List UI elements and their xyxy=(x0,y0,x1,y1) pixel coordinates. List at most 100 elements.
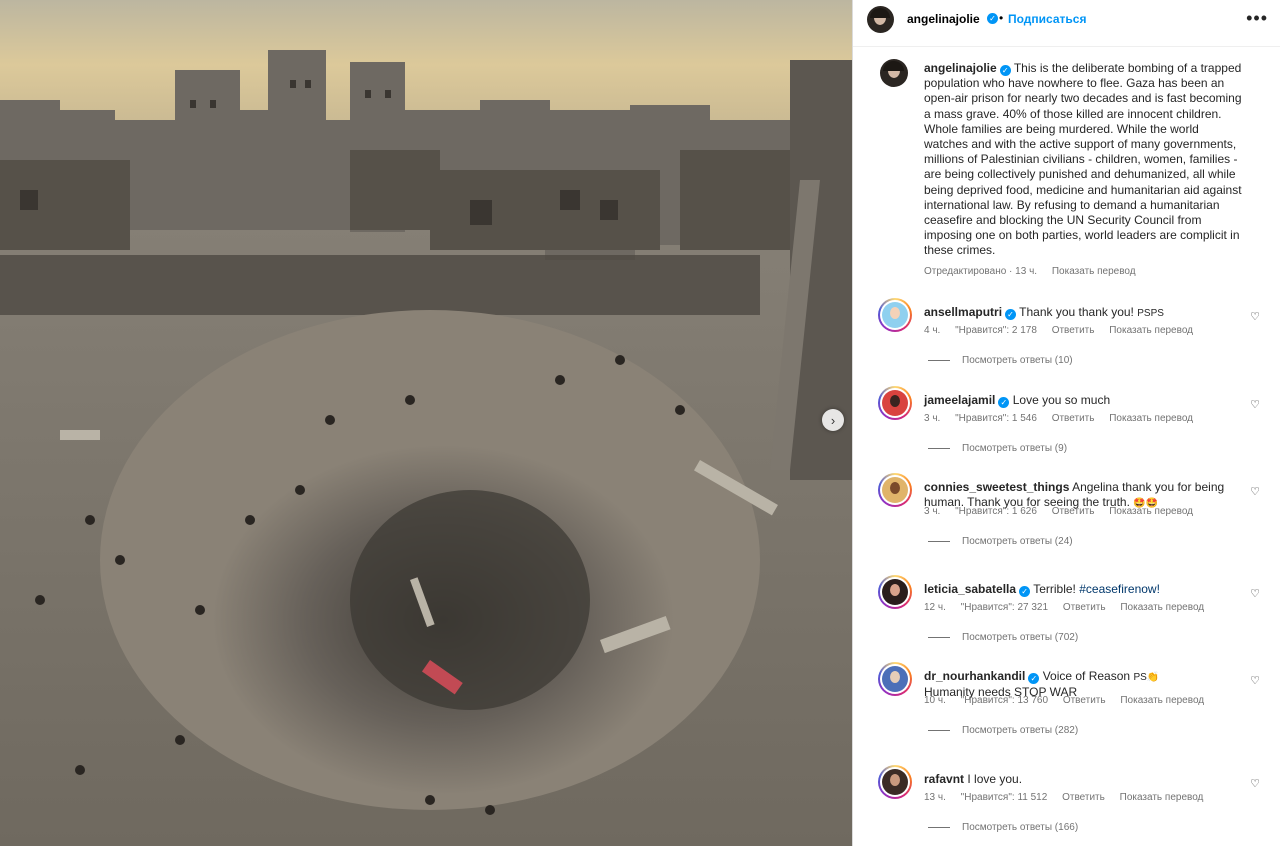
comment-meta: 10 ч. "Нравится": 13 760 Ответить Показа… xyxy=(924,695,1216,706)
post-side-panel: angelinajolie ✓ • Подписаться ••• angeli… xyxy=(852,0,1280,846)
comment-meta: 13 ч. "Нравится": 11 512 Ответить Показа… xyxy=(924,792,1215,803)
replies-divider xyxy=(928,359,950,361)
replies-divider xyxy=(928,447,950,449)
comment-body: leticia_sabatella ✓ Terrible! #ceasefiren… xyxy=(924,582,1234,597)
verified-badge-icon: ✓ xyxy=(1019,586,1031,597)
verified-badge-icon: ✓ xyxy=(1028,673,1040,684)
comment-reply-link[interactable]: Ответить xyxy=(1063,695,1106,706)
verified-badge-icon: ✓ xyxy=(998,397,1010,408)
verified-badge-icon: ✓ xyxy=(999,65,1011,76)
view-replies-label[interactable]: Посмотреть ответы (166) xyxy=(962,822,1078,833)
like-heart-icon[interactable]: ♡ xyxy=(1250,310,1260,323)
replies-divider xyxy=(928,826,950,828)
comment-body: ansellmaputri ✓ Thank you thank you! PSPS xyxy=(924,305,1234,321)
commenter-avatar-ring[interactable] xyxy=(878,473,912,507)
comment-translate-link[interactable]: Показать перевод xyxy=(1109,325,1193,336)
comment-meta: 3 ч. "Нравится": 1 626 Ответить Показать… xyxy=(924,506,1205,517)
follow-dot: • xyxy=(999,11,1004,25)
commenter-avatar[interactable] xyxy=(882,769,908,795)
comment-meta: 3 ч. "Нравится": 1 546 Ответить Показать… xyxy=(924,413,1205,424)
commenter-avatar-ring[interactable] xyxy=(878,662,912,696)
comment-translate-link[interactable]: Показать перевод xyxy=(1109,413,1193,424)
view-replies-label[interactable]: Посмотреть ответы (702) xyxy=(962,632,1078,643)
comment-time: 10 ч. xyxy=(924,695,946,706)
comment-reply-link[interactable]: Ответить xyxy=(1062,792,1105,803)
caption-translate-link[interactable]: Показать перевод xyxy=(1052,266,1136,277)
view-replies-link[interactable]: Посмотреть ответы (702) xyxy=(928,632,1078,643)
post-header: angelinajolie ✓ • Подписаться ••• xyxy=(853,0,1280,47)
post-caption: angelinajolie ✓ This is the deliberate bo… xyxy=(924,61,1244,279)
comment-translate-link[interactable]: Показать перевод xyxy=(1120,602,1204,613)
comment-meta: 12 ч. "Нравится": 27 321 Ответить Показа… xyxy=(924,602,1216,613)
like-heart-icon[interactable]: ♡ xyxy=(1250,398,1260,411)
comment-meta: 4 ч. "Нравится": 2 178 Ответить Показать… xyxy=(924,325,1205,336)
comment-reply-link[interactable]: Ответить xyxy=(1052,506,1095,517)
view-replies-link[interactable]: Посмотреть ответы (166) xyxy=(928,822,1078,833)
commenter-avatar-ring[interactable] xyxy=(878,298,912,332)
comment-emoji: PS👏 xyxy=(1133,672,1160,683)
commenter-avatar[interactable] xyxy=(882,390,908,416)
view-replies-label[interactable]: Посмотреть ответы (282) xyxy=(962,725,1078,736)
comment-translate-link[interactable]: Показать перевод xyxy=(1109,506,1193,517)
commenter-avatar-ring[interactable] xyxy=(878,386,912,420)
commenter-username[interactable]: rafavnt xyxy=(924,772,964,786)
commenter-username[interactable]: dr_nourhankandil xyxy=(924,669,1025,683)
commenter-avatar[interactable] xyxy=(882,302,908,328)
commenter-avatar-ring[interactable] xyxy=(878,765,912,799)
commenter-username[interactable]: connies_sweetest_things xyxy=(924,480,1069,494)
comment-text: Terrible! xyxy=(1033,582,1076,596)
commenter-username[interactable]: leticia_sabatella xyxy=(924,582,1016,596)
view-replies-label[interactable]: Посмотреть ответы (24) xyxy=(962,536,1073,547)
author-avatar[interactable] xyxy=(867,6,894,33)
comment-time: 13 ч. xyxy=(924,792,946,803)
commenter-username[interactable]: ansellmaputri xyxy=(924,305,1002,319)
commenter-avatar[interactable] xyxy=(882,579,908,605)
comment-likes[interactable]: "Нравится": 13 760 xyxy=(961,695,1048,706)
comment-reply-link[interactable]: Ответить xyxy=(1063,602,1106,613)
comment-text: Love you so much xyxy=(1012,393,1111,407)
caption-text: This is the deliberate bombing of a trap… xyxy=(924,61,1242,258)
caption-edited-time: Отредактировано · 13 ч. xyxy=(924,265,1038,277)
comment-likes[interactable]: "Нравится": 1 626 xyxy=(955,506,1037,517)
comment-likes[interactable]: "Нравится": 1 546 xyxy=(955,413,1037,424)
comment-time: 12 ч. xyxy=(924,602,946,613)
view-replies-label[interactable]: Посмотреть ответы (10) xyxy=(962,355,1073,366)
commenter-avatar[interactable] xyxy=(882,666,908,692)
view-replies-link[interactable]: Посмотреть ответы (9) xyxy=(928,443,1067,454)
comment-reply-link[interactable]: Ответить xyxy=(1052,325,1095,336)
commenter-avatar-ring[interactable] xyxy=(878,575,912,609)
like-heart-icon[interactable]: ♡ xyxy=(1250,485,1260,498)
comment-time: 3 ч. xyxy=(924,413,941,424)
view-replies-link[interactable]: Посмотреть ответы (24) xyxy=(928,536,1073,547)
comment-translate-link[interactable]: Показать перевод xyxy=(1120,695,1204,706)
carousel-next-button[interactable]: › xyxy=(822,409,844,431)
comment-likes[interactable]: "Нравится": 27 321 xyxy=(961,602,1048,613)
view-replies-link[interactable]: Посмотреть ответы (282) xyxy=(928,725,1078,736)
commenter-avatar[interactable] xyxy=(882,477,908,503)
commenter-username[interactable]: jameelajamil xyxy=(924,393,995,407)
comment-likes[interactable]: "Нравится": 11 512 xyxy=(961,792,1048,803)
like-heart-icon[interactable]: ♡ xyxy=(1250,587,1260,600)
comment-emoji: PSPS xyxy=(1137,308,1164,319)
verified-badge-icon: ✓ xyxy=(1005,309,1017,320)
comment-likes[interactable]: "Нравится": 2 178 xyxy=(955,325,1037,336)
caption-username[interactable]: angelinajolie xyxy=(924,61,997,75)
rubble-photo-illustration xyxy=(0,0,852,846)
author-username[interactable]: angelinajolie xyxy=(907,12,980,26)
comment-body: rafavnt I love you. xyxy=(924,772,1234,787)
comment-hashtag[interactable]: #ceasefirenow! xyxy=(1079,582,1160,596)
caption-avatar[interactable] xyxy=(880,59,908,87)
comment-body: jameelajamil ✓ Love you so much xyxy=(924,393,1234,408)
more-options-icon[interactable]: ••• xyxy=(1246,8,1268,29)
view-replies-link[interactable]: Посмотреть ответы (10) xyxy=(928,355,1073,366)
comment-translate-link[interactable]: Показать перевод xyxy=(1120,792,1204,803)
comment-text: I love you. xyxy=(967,772,1023,786)
comment-text: Voice of Reason xyxy=(1042,669,1131,683)
post-photo: › xyxy=(0,0,852,846)
comment-time: 4 ч. xyxy=(924,325,941,336)
view-replies-label[interactable]: Посмотреть ответы (9) xyxy=(962,443,1067,454)
like-heart-icon[interactable]: ♡ xyxy=(1250,674,1260,687)
follow-button[interactable]: Подписаться xyxy=(1008,12,1086,26)
like-heart-icon[interactable]: ♡ xyxy=(1250,777,1260,790)
comment-reply-link[interactable]: Ответить xyxy=(1052,413,1095,424)
